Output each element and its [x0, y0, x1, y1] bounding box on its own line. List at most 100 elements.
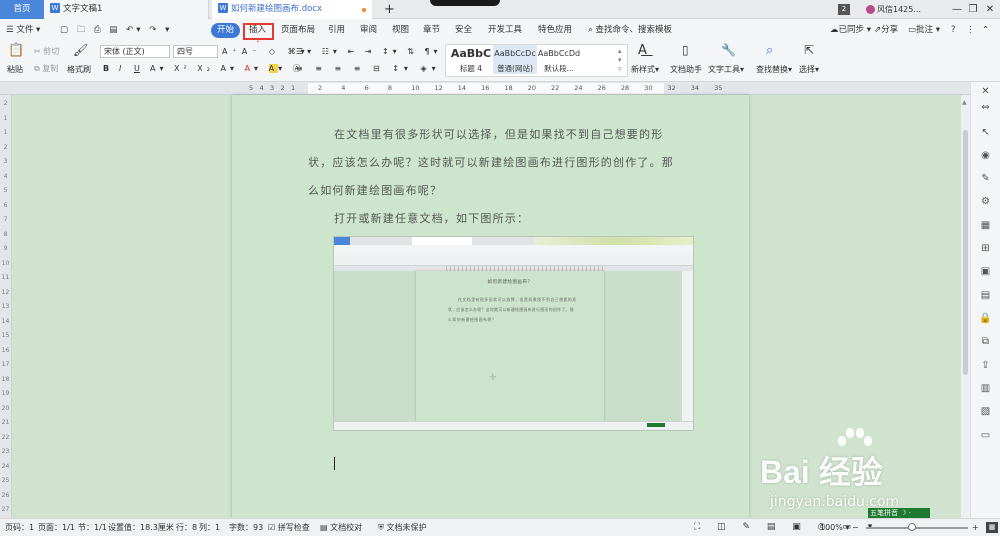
- panel-close-icon[interactable]: ✕: [979, 86, 992, 98]
- menu-item-reference[interactable]: 引用: [328, 23, 345, 38]
- status-extra-icon[interactable]: ▦: [986, 522, 998, 533]
- doc-assistant-button[interactable]: 文档助手: [670, 64, 702, 75]
- italic-button[interactable]: I: [119, 63, 121, 74]
- doc-tab-2[interactable]: W 如何新建绘图画布.docx: [212, 0, 372, 19]
- paste-button[interactable]: 粘贴: [7, 64, 23, 75]
- cut-button[interactable]: ✂ 剪切: [34, 46, 59, 57]
- new-style-icon[interactable]: A͟: [638, 44, 647, 57]
- align-buttons[interactable]: ≡ ≡ ≡ ≡ ⊟ ↕▾ ◈▾ ⊞▾: [296, 63, 469, 74]
- location-icon[interactable]: ◉: [979, 150, 992, 162]
- picture-icon[interactable]: ▧: [979, 406, 992, 418]
- document-icon[interactable]: ▤: [979, 290, 992, 302]
- quick-access-icons[interactable]: ▢ 🗀 ⎙ ▤ ↶▾ ↷ ▾: [60, 23, 172, 38]
- help-icon[interactable]: ?: [951, 23, 956, 38]
- edit-icon[interactable]: ✎: [979, 173, 992, 185]
- scrollbar-thumb[interactable]: [963, 130, 968, 375]
- format-painter-button[interactable]: 格式刷: [67, 64, 91, 75]
- close-icon[interactable]: ✕: [983, 0, 997, 19]
- menu-item-review[interactable]: 审阅: [360, 23, 377, 38]
- cursor-icon[interactable]: ↖: [979, 127, 992, 139]
- ruler-tick-label: 28: [620, 84, 630, 92]
- bold-button[interactable]: B: [103, 63, 109, 74]
- menu-item-layout[interactable]: 页面布局: [281, 23, 315, 38]
- table-icon[interactable]: ▦: [979, 220, 992, 232]
- find-replace-label: 查找替换: [756, 65, 788, 74]
- new-tab-plus-icon[interactable]: +: [384, 0, 395, 19]
- panel-settings-icon[interactable]: ⇔: [979, 102, 992, 114]
- book-icon[interactable]: ▥: [979, 383, 992, 395]
- sync-button[interactable]: ☁已同步 ▾: [830, 23, 871, 38]
- minimize-icon[interactable]: —: [950, 0, 964, 19]
- user-account[interactable]: 风信1425...: [866, 0, 921, 19]
- window-count-badge[interactable]: 2: [838, 4, 850, 15]
- ruler-tick-label: 18: [504, 84, 513, 92]
- new-style-label: 新样式: [631, 65, 655, 74]
- style-normal-web[interactable]: AaBbCcDc 普通(网站): [493, 45, 537, 74]
- zoom-slider-knob[interactable]: [908, 523, 916, 531]
- copy-button[interactable]: ⧉ 复制: [34, 63, 58, 74]
- note-icon[interactable]: ▭: [979, 430, 992, 442]
- menu-item-security[interactable]: 安全: [455, 23, 472, 38]
- status-setting: 设置值：18.3厘米: [108, 523, 174, 532]
- find-icon[interactable]: ⌕: [766, 44, 773, 57]
- select-button[interactable]: 选择▾: [799, 64, 819, 75]
- zoom-in-icon[interactable]: +: [972, 519, 979, 536]
- font-effects-buttons[interactable]: A▾ X² X₂ A▾ A▾ A▾ Ⓐ: [150, 63, 305, 74]
- ruler-tick-label: 6: [364, 84, 369, 92]
- doc-tab-1[interactable]: W 文字文稿1: [44, 0, 209, 19]
- annotate-button[interactable]: ▭批注 ▾: [908, 23, 940, 38]
- ruler-tick-label: 8: [387, 84, 393, 92]
- command-search[interactable]: ⌕ 查找命令、搜索模板: [588, 23, 672, 38]
- menu-item-view[interactable]: 视图: [392, 23, 409, 38]
- more-icon[interactable]: ⋮: [966, 23, 975, 38]
- home-tab[interactable]: 首页: [0, 0, 44, 19]
- new-style-button[interactable]: 新样式▾: [631, 64, 659, 75]
- sliders-icon[interactable]: ⚙: [979, 196, 992, 208]
- paste-icon[interactable]: 📋: [8, 44, 24, 57]
- cursor-icon[interactable]: ⇱: [804, 44, 814, 56]
- style-gallery[interactable]: AaBbC 标题 4 AaBbCcDc 普通(网站) AaBbCcDd 默认段... …: [445, 44, 628, 77]
- menu-item-chapter[interactable]: 章节: [423, 23, 440, 38]
- restore-icon[interactable]: ❐: [966, 0, 980, 19]
- image-icon[interactable]: ▣: [979, 266, 992, 278]
- wrench-icon[interactable]: 🔧: [721, 44, 736, 56]
- brush-icon[interactable]: 🖌: [73, 44, 88, 56]
- list-buttons[interactable]: ☰▾ ☷▾ ⇤ ⇥ ↕▾ ⇅ ¶▾: [296, 46, 442, 57]
- menu-item-features[interactable]: 特色应用: [538, 23, 572, 38]
- status-pages[interactable]: 页面：1/1: [38, 519, 75, 536]
- zoom-level[interactable]: 100% ▾: [820, 519, 849, 536]
- share-button[interactable]: ⇗分享: [874, 23, 898, 38]
- copy-page-icon[interactable]: ⧉: [979, 336, 992, 348]
- collapse-ribbon-icon[interactable]: ⌃: [982, 23, 989, 38]
- proof-label: 文档校对: [330, 523, 363, 532]
- embedded-line-1: 在文档里有很多形状可以选择，但是如果找不到自己想要的形: [458, 297, 577, 302]
- protect-button[interactable]: ⛨ 文档未保护: [378, 519, 427, 536]
- zoom-slider[interactable]: [866, 527, 968, 529]
- menu-item-devtools[interactable]: 开发工具: [488, 23, 522, 38]
- font-size-select[interactable]: 四号: [173, 45, 218, 58]
- vertical-ruler[interactable]: 2 1 1 2 3 4 5 6 7 8 9 10 11 12 13 14 15 16 17 18 19 20 21 22 23 2…: [0, 95, 12, 518]
- spell-check-button[interactable]: ☑ 拼写检查: [268, 519, 310, 536]
- gallery-scroll-icon[interactable]: ▴ ▾ ▿: [618, 47, 622, 74]
- paragraph-1-line-3: 么如何新建绘图画布呢？: [308, 184, 443, 197]
- style-heading4[interactable]: AaBbC 标题 4: [449, 45, 493, 74]
- text-tools-button[interactable]: 文字工具▾: [708, 64, 744, 75]
- embedded-screenshot-image[interactable]: 如何新建绘图画布？ 在文档里有很多形状可以选择，但是如果找不到自己想要的形 状，…: [333, 236, 694, 431]
- proofread-button[interactable]: ▤ 文档校对: [320, 519, 362, 536]
- scroll-up-icon[interactable]: ▲: [962, 97, 967, 108]
- grid-icon[interactable]: ⊞: [979, 243, 992, 255]
- zoom-out-icon[interactable]: −: [852, 519, 859, 536]
- font-name-select[interactable]: 宋体 (正文): [100, 45, 170, 58]
- file-menu[interactable]: ☰ 文件 ▾: [6, 23, 40, 38]
- embedded-line-3: 么如何新建绘图画布呢？: [448, 317, 497, 322]
- status-words[interactable]: 字数：93: [229, 519, 263, 536]
- doc-assistant-icon[interactable]: ▯: [682, 44, 689, 56]
- menu-item-start[interactable]: 开始: [211, 23, 241, 38]
- lock-icon[interactable]: 🔒: [979, 313, 992, 325]
- paragraph-1-line-1: 在文档里有很多形状可以选择，但是如果找不到自己想要的形: [334, 128, 664, 141]
- word-doc-icon: W: [218, 2, 228, 13]
- find-replace-button[interactable]: 查找替换▾: [756, 64, 792, 75]
- style-default[interactable]: AaBbCcDd 默认段...: [537, 45, 581, 74]
- underline-button[interactable]: U: [134, 63, 140, 74]
- export-icon[interactable]: ⇪: [979, 360, 992, 372]
